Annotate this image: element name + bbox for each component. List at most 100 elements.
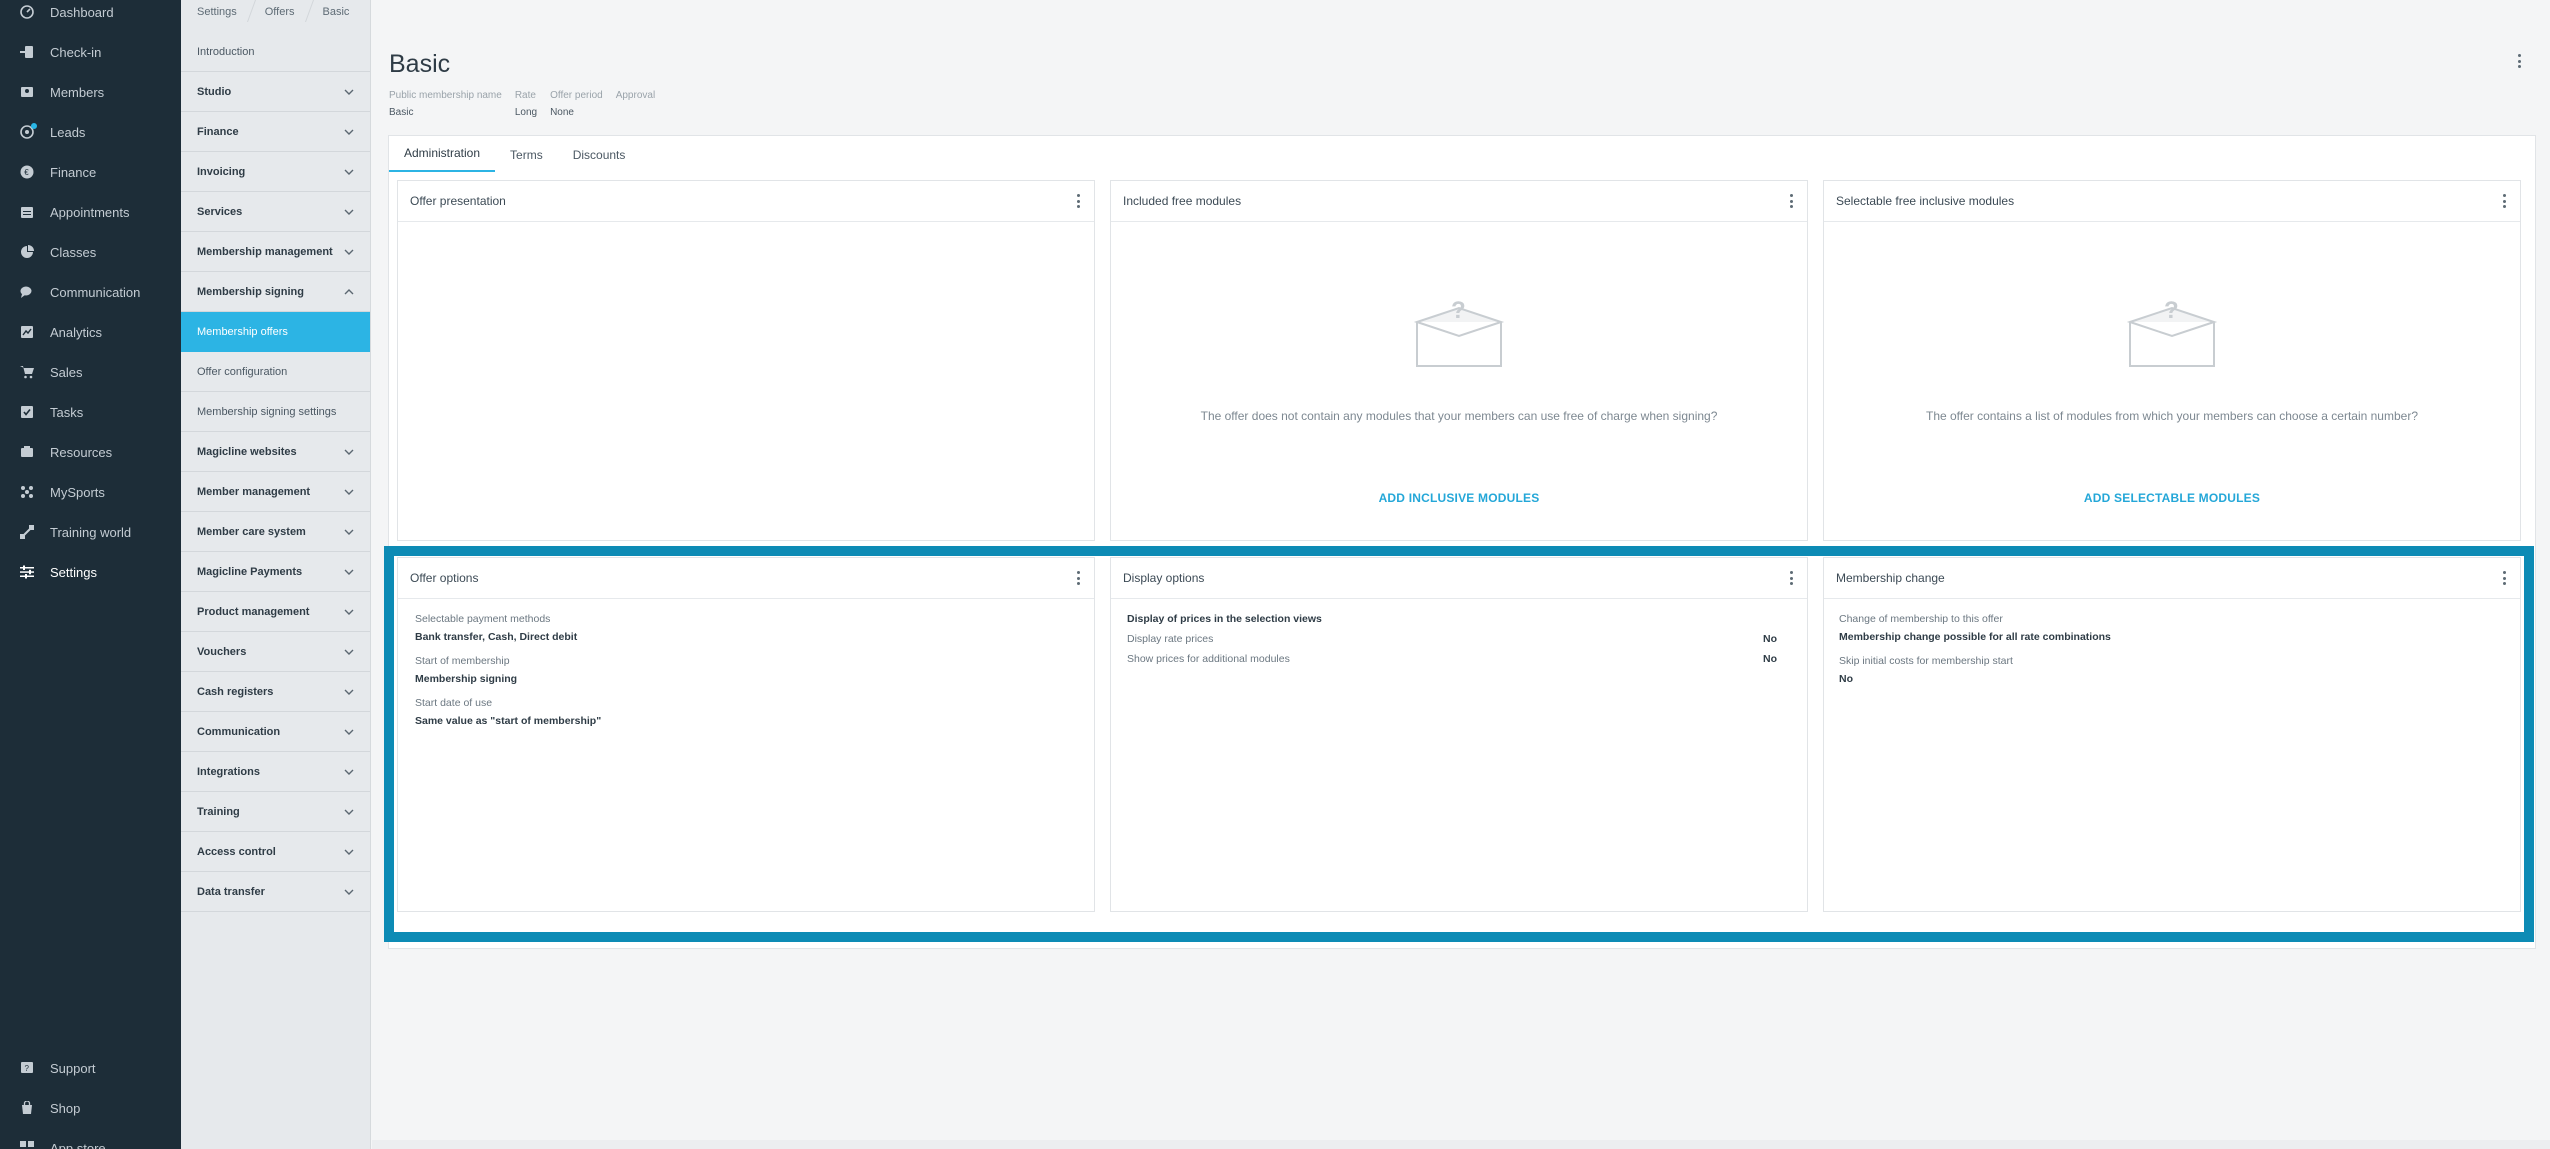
nav-item-tasks[interactable]: Tasks bbox=[0, 392, 181, 432]
page-more-menu-button[interactable] bbox=[2518, 54, 2524, 72]
page-title: Basic bbox=[389, 50, 451, 78]
nav-item-finance[interactable]: € Finance bbox=[0, 152, 181, 192]
sub-nav-label: Member management bbox=[197, 485, 311, 498]
card-header: Offer presentation bbox=[398, 181, 1094, 222]
nav-item-support[interactable]: ? Support bbox=[0, 1048, 181, 1088]
add-selectable-modules-button[interactable]: ADD SELECTABLE MODULES bbox=[2084, 491, 2260, 505]
sub-nav-item-studio[interactable]: Studio bbox=[181, 72, 370, 112]
nav-item-leads[interactable]: Leads bbox=[0, 112, 181, 152]
bottom-edge bbox=[372, 1140, 2550, 1149]
field-label: Selectable payment methods bbox=[415, 613, 551, 625]
empty-box-icon: ? bbox=[1411, 296, 1507, 381]
app-store-icon bbox=[20, 1141, 34, 1149]
app-navigation: Dashboard Check-in Members Leads € Finan… bbox=[0, 0, 181, 1149]
sub-nav-item-member-management[interactable]: Member management bbox=[181, 472, 370, 512]
more-vertical-icon[interactable] bbox=[1790, 571, 1793, 585]
svg-text:?: ? bbox=[2164, 297, 2179, 324]
nav-label: Check-in bbox=[50, 44, 102, 60]
sub-nav-item-finance[interactable]: Finance bbox=[181, 112, 370, 152]
sub-nav-item-invoicing[interactable]: Invoicing bbox=[181, 152, 370, 192]
sub-nav-item-access-control[interactable]: Access control bbox=[181, 832, 370, 872]
nav-item-analytics[interactable]: Analytics bbox=[0, 312, 181, 352]
tab-administration[interactable]: Administration bbox=[389, 136, 496, 172]
chevron-up-icon bbox=[344, 288, 354, 295]
sub-nav-item-membership-offers[interactable]: Membership offers bbox=[181, 312, 370, 352]
nav-item-check-in[interactable]: Check-in bbox=[0, 32, 181, 72]
more-vertical-icon[interactable] bbox=[2503, 571, 2506, 585]
more-vertical-icon[interactable] bbox=[1790, 194, 1793, 208]
card-title: Included free modules bbox=[1123, 194, 1242, 208]
nav-label: Appointments bbox=[50, 204, 130, 220]
nav-item-communication[interactable]: Communication bbox=[0, 272, 181, 312]
calendar-icon bbox=[20, 205, 34, 219]
meta-approval: Approval bbox=[616, 90, 655, 118]
sub-nav-item-membership-signing-settings[interactable]: Membership signing settings bbox=[181, 392, 370, 432]
nav-item-mysports[interactable]: MySports bbox=[0, 472, 181, 512]
sub-nav-label: Studio bbox=[197, 85, 232, 98]
tab-discounts[interactable]: Discounts bbox=[558, 136, 641, 172]
more-vertical-icon[interactable] bbox=[2503, 194, 2506, 208]
nav-item-classes[interactable]: Classes bbox=[0, 232, 181, 272]
nav-item-resources[interactable]: Resources bbox=[0, 432, 181, 472]
sub-nav-item-communication[interactable]: Communication bbox=[181, 712, 370, 752]
nav-item-members[interactable]: Members bbox=[0, 72, 181, 112]
breadcrumb: Settings Offers Basic bbox=[181, 0, 363, 24]
card-title: Offer options bbox=[410, 571, 479, 585]
offer-presentation-card: Offer presentation bbox=[397, 180, 1095, 541]
nav-item-settings[interactable]: Settings bbox=[0, 552, 181, 592]
offer-options-card: Offer options Selectable payment methods… bbox=[397, 557, 1095, 912]
sub-nav-item-cash-registers[interactable]: Cash registers bbox=[181, 672, 370, 712]
sub-nav-label: Product management bbox=[197, 605, 310, 618]
nav-label: Tasks bbox=[50, 404, 84, 420]
field-label: Start of membership bbox=[415, 655, 510, 667]
members-icon bbox=[20, 85, 34, 99]
breadcrumb-offers[interactable]: Offers bbox=[251, 6, 309, 18]
sub-nav-item-offer-configuration[interactable]: Offer configuration bbox=[181, 352, 370, 392]
sub-nav-item-training[interactable]: Training bbox=[181, 792, 370, 832]
chevron-down-icon bbox=[344, 89, 354, 95]
display-options-card: Display options Display of prices in the… bbox=[1110, 557, 1808, 912]
card-header: Selectable free inclusive modules bbox=[1824, 181, 2520, 222]
nav-item-training-world[interactable]: Training world bbox=[0, 512, 181, 552]
settings-sliders-icon bbox=[20, 565, 34, 579]
sub-nav-item-magicline-websites[interactable]: Magicline websites bbox=[181, 432, 370, 472]
sub-nav-label: Magicline websites bbox=[197, 445, 297, 458]
sub-nav-item-member-care-system[interactable]: Member care system bbox=[181, 512, 370, 552]
breadcrumb-basic[interactable]: Basic bbox=[309, 6, 364, 18]
more-vertical-icon[interactable] bbox=[1077, 571, 1080, 585]
sub-nav-item-membership-management[interactable]: Membership management bbox=[181, 232, 370, 272]
sub-nav-item-introduction[interactable]: Introduction bbox=[181, 32, 370, 72]
add-inclusive-modules-button[interactable]: ADD INCLUSIVE MODULES bbox=[1379, 491, 1540, 505]
sub-nav-list: Introduction Studio Finance Invoicing Servic… bbox=[181, 32, 370, 912]
sub-nav-label: Services bbox=[197, 205, 243, 218]
tab-terms[interactable]: Terms bbox=[495, 136, 558, 172]
nav-item-shop[interactable]: Shop bbox=[0, 1088, 181, 1128]
card-title: Display options bbox=[1123, 571, 1205, 585]
nav-item-dashboard[interactable]: Dashboard bbox=[0, 0, 181, 32]
option-label: Show prices for additional modules bbox=[1127, 653, 1290, 665]
nav-label: MySports bbox=[50, 484, 105, 500]
sub-nav-item-membership-signing[interactable]: Membership signing bbox=[181, 272, 370, 312]
sub-nav-item-magicline-payments[interactable]: Magicline Payments bbox=[181, 552, 370, 592]
sub-nav-label: Magicline Payments bbox=[197, 565, 303, 578]
sub-nav-item-product-management[interactable]: Product management bbox=[181, 592, 370, 632]
nav-item-appointments[interactable]: Appointments bbox=[0, 192, 181, 232]
sub-nav-label: Membership management bbox=[197, 245, 333, 258]
svg-text:€: € bbox=[24, 168, 29, 177]
nav-item-app-store[interactable]: App store bbox=[0, 1128, 181, 1149]
nav-item-sales[interactable]: Sales bbox=[0, 352, 181, 392]
sub-nav-label: Finance bbox=[197, 125, 239, 138]
finance-icon: € bbox=[20, 165, 34, 179]
nav-label: App store bbox=[50, 1140, 106, 1149]
sub-nav-item-data-transfer[interactable]: Data transfer bbox=[181, 872, 370, 912]
chevron-down-icon bbox=[344, 889, 354, 895]
card-header: Membership change bbox=[1824, 558, 2520, 599]
more-vertical-icon[interactable] bbox=[1077, 194, 1080, 208]
sub-nav-label: Cash registers bbox=[197, 685, 274, 698]
sub-nav-label: Data transfer bbox=[197, 885, 265, 898]
breadcrumb-settings[interactable]: Settings bbox=[197, 6, 251, 18]
sub-nav-item-integrations[interactable]: Integrations bbox=[181, 752, 370, 792]
membership-change-card: Membership change Change of membership t… bbox=[1823, 557, 2521, 912]
sub-nav-item-vouchers[interactable]: Vouchers bbox=[181, 632, 370, 672]
sub-nav-item-services[interactable]: Services bbox=[181, 192, 370, 232]
